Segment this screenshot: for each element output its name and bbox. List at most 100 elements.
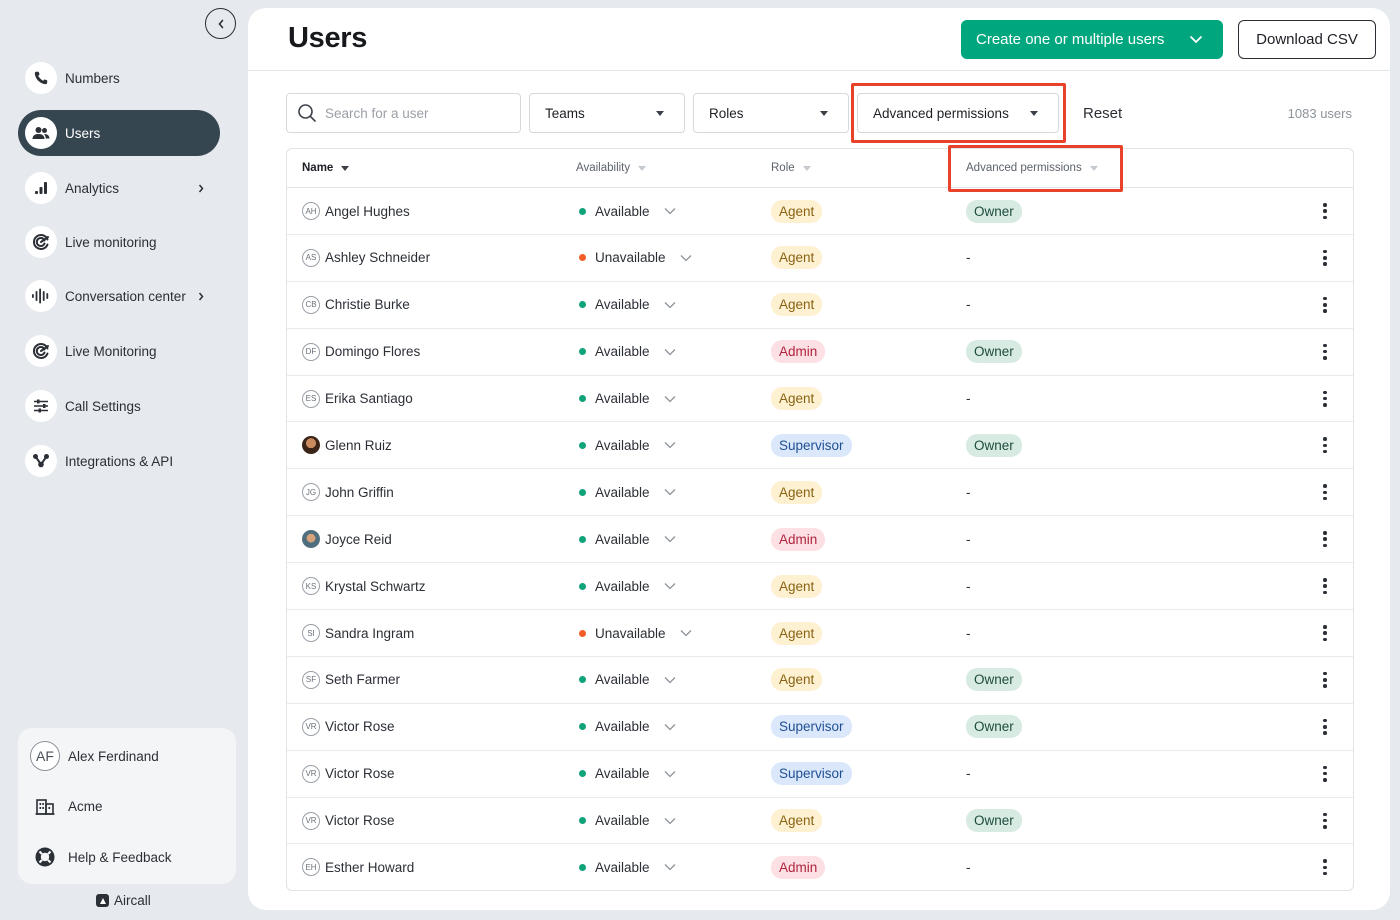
- column-header-advanced-permissions[interactable]: Advanced permissions: [966, 162, 1098, 174]
- role-badge: Agent: [771, 480, 823, 504]
- avatar: CB: [302, 295, 320, 314]
- more-actions-icon[interactable]: [1321, 203, 1329, 219]
- more-actions-icon[interactable]: [1321, 531, 1329, 548]
- more-actions-icon[interactable]: [1321, 249, 1329, 266]
- role-cell: Supervisor: [771, 704, 852, 750]
- role-cell: Agent: [771, 610, 823, 656]
- column-header-availability[interactable]: Availability: [576, 162, 647, 174]
- collapse-sidebar-button[interactable]: [205, 8, 236, 39]
- chevron-down-icon[interactable]: [664, 348, 676, 356]
- chevron-down-icon[interactable]: [664, 488, 676, 496]
- reset-filters-link[interactable]: Reset: [1083, 105, 1122, 122]
- chevron-down-icon[interactable]: [664, 770, 676, 778]
- roles-filter-label: Roles: [709, 105, 744, 121]
- table-row[interactable]: EH Esther Howard Available Admin -: [287, 844, 1353, 890]
- name-cell: VR Victor Rose: [302, 798, 395, 844]
- more-actions-icon[interactable]: [1321, 343, 1329, 360]
- caret-down-icon: [656, 110, 664, 116]
- sidebar-item-conversation-center[interactable]: Conversation center: [18, 273, 220, 319]
- table-row[interactable]: KS Krystal Schwartz Available Agent -: [287, 563, 1353, 611]
- advanced-permissions-cell: -: [966, 516, 971, 562]
- user-name: Erika Santiago: [325, 391, 413, 407]
- more-actions-icon[interactable]: [1321, 296, 1329, 313]
- chevron-down-icon[interactable]: [680, 254, 692, 262]
- sidebar-item-integrations[interactable]: Integrations & API: [18, 438, 220, 484]
- table-header: Name Availability Role Advanced permissi…: [287, 149, 1353, 188]
- more-actions-icon[interactable]: [1321, 671, 1329, 688]
- roles-filter[interactable]: Roles: [693, 93, 849, 133]
- more-actions-icon[interactable]: [1321, 765, 1329, 782]
- status-dot: [579, 207, 586, 215]
- sidebar-item-users[interactable]: Users: [18, 110, 220, 156]
- chevron-down-icon[interactable]: [680, 629, 692, 637]
- table-row[interactable]: VR Victor Rose Available Supervisor -: [287, 751, 1353, 798]
- create-users-button[interactable]: Create one or multiple users: [961, 20, 1223, 59]
- table-row[interactable]: ES Erika Santiago Available Agent -: [287, 376, 1353, 423]
- sidebar-item-numbers[interactable]: Numbers: [18, 55, 220, 101]
- table-row[interactable]: AH Angel Hughes Available Agent Owner: [287, 188, 1353, 235]
- name-cell: CB Christie Burke: [302, 282, 410, 328]
- teams-filter[interactable]: Teams: [529, 93, 685, 133]
- role-badge: Agent: [771, 668, 823, 692]
- chevron-down-icon[interactable]: [664, 723, 676, 731]
- column-header-label: Availability: [576, 162, 631, 174]
- chevron-down-icon[interactable]: [664, 301, 676, 309]
- advanced-permission-badge: Owner: [966, 809, 1022, 833]
- table-row[interactable]: AS Ashley Schneider Unavailable Agent -: [287, 235, 1353, 282]
- more-actions-icon[interactable]: [1321, 625, 1329, 642]
- more-actions-icon[interactable]: [1321, 484, 1329, 501]
- user-name: Krystal Schwartz: [325, 578, 426, 594]
- sidebar-item-analytics[interactable]: Analytics: [18, 165, 220, 211]
- table-row[interactable]: VR Victor Rose Available Supervisor Owne…: [287, 704, 1353, 751]
- table-row[interactable]: VR Victor Rose Available Agent Owner: [287, 798, 1353, 845]
- table-row[interactable]: DF Domingo Flores Available Admin Owner: [287, 329, 1353, 376]
- download-csv-button[interactable]: Download CSV: [1238, 20, 1376, 59]
- name-cell: DF Domingo Flores: [302, 329, 420, 375]
- availability-cell: Available: [579, 469, 676, 515]
- more-actions-icon[interactable]: [1321, 812, 1329, 829]
- table-row[interactable]: CB Christie Burke Available Agent -: [287, 282, 1353, 329]
- table-row[interactable]: Glenn Ruiz Available Supervisor Owner: [287, 422, 1353, 470]
- availability-label: Available: [595, 484, 650, 500]
- more-actions-icon[interactable]: [1321, 390, 1329, 407]
- availability-cell: Available: [579, 516, 676, 562]
- sidebar-item-label: Numbers: [65, 70, 120, 86]
- column-header-name[interactable]: Name: [302, 162, 350, 174]
- advanced-permission-value: -: [966, 250, 971, 266]
- more-actions-icon[interactable]: [1321, 859, 1329, 876]
- sidebar-item-live-monitoring[interactable]: Live monitoring: [18, 219, 220, 265]
- table-row[interactable]: JG John Griffin Available Agent -: [287, 469, 1353, 517]
- name-cell: AS Ashley Schneider: [302, 235, 430, 281]
- sidebar-item-live-monitoring-2[interactable]: Live Monitoring: [18, 328, 220, 374]
- chevron-down-icon[interactable]: [664, 582, 676, 590]
- advanced-permissions-filter[interactable]: Advanced permissions: [857, 93, 1059, 133]
- user-profile-item[interactable]: AF Alex Ferdinand: [30, 741, 159, 771]
- chevron-down-icon[interactable]: [664, 817, 676, 825]
- avatar: VR: [302, 764, 320, 783]
- name-cell: SF Seth Farmer: [302, 657, 400, 703]
- account-card: AF Alex Ferdinand Acme Help & Feedback: [18, 728, 236, 884]
- name-cell: ES Erika Santiago: [302, 376, 413, 422]
- more-actions-icon[interactable]: [1321, 718, 1329, 735]
- advanced-permission-value: -: [966, 766, 971, 782]
- avatar: [302, 530, 320, 549]
- avatar: AF: [30, 741, 60, 771]
- more-actions-icon[interactable]: [1321, 578, 1329, 595]
- company-item[interactable]: Acme: [30, 791, 103, 821]
- chevron-down-icon[interactable]: [664, 535, 676, 543]
- table-row[interactable]: SI Sandra Ingram Unavailable Agent -: [287, 610, 1353, 657]
- table-row[interactable]: SF Seth Farmer Available Agent Owner: [287, 657, 1353, 704]
- more-actions-icon[interactable]: [1321, 437, 1329, 454]
- chevron-down-icon[interactable]: [664, 441, 676, 449]
- column-header-role[interactable]: Role: [771, 162, 811, 174]
- user-name: Alex Ferdinand: [68, 748, 159, 764]
- advanced-permissions-cell: Owner: [966, 422, 1022, 468]
- help-feedback-item[interactable]: Help & Feedback: [30, 842, 172, 872]
- chevron-down-icon[interactable]: [664, 395, 676, 403]
- search-input[interactable]: [325, 105, 515, 121]
- sidebar-item-call-settings[interactable]: Call Settings: [18, 383, 220, 429]
- chevron-down-icon[interactable]: [664, 207, 676, 215]
- table-row[interactable]: Joyce Reid Available Admin -: [287, 516, 1353, 564]
- chevron-down-icon[interactable]: [664, 863, 676, 871]
- chevron-down-icon[interactable]: [664, 676, 676, 684]
